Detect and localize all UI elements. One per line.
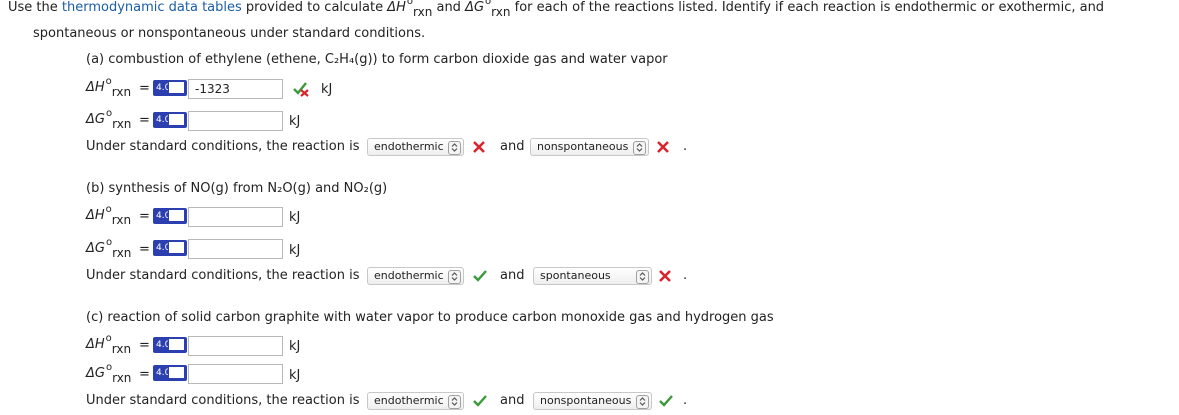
equals-sign: = [139, 81, 150, 96]
partial-credit-icon [292, 81, 310, 97]
unit-label: kJ [321, 82, 333, 97]
points-badge: 4.0 [153, 112, 187, 128]
period: . [683, 268, 688, 283]
points-badge: 4.0 [153, 365, 187, 381]
thermodynamic-tables-link[interactable]: thermodynamic data tables [62, 0, 242, 15]
points-badge: 4.0 [153, 80, 187, 96]
part-b-enthalpy-select[interactable]: endothermic [367, 267, 464, 285]
part-c-title: (c) reaction of solid carbon graphite wi… [86, 310, 774, 325]
correct-check-icon [472, 269, 488, 283]
part-a-delta-g-label: ΔGorxn [86, 108, 132, 131]
unit-label: kJ [289, 339, 301, 354]
instructions-line-2: spontaneous or nonspontaneous under stan… [33, 26, 426, 41]
instructions: Use the thermodynamic data tables provid… [8, 0, 1105, 19]
equals-sign: = [139, 242, 150, 257]
equals-sign: = [139, 338, 150, 353]
correct-check-icon [658, 394, 674, 408]
reaction-statement: Under standard conditions, the reaction … [86, 268, 360, 283]
part-c-spontaneity-select[interactable]: nonspontaneous [533, 392, 652, 410]
part-c-delta-h-label: ΔHorxn [86, 333, 132, 356]
correct-check-icon [472, 394, 488, 408]
and-label: and [500, 268, 525, 283]
incorrect-icon [656, 140, 670, 154]
part-a-spontaneity-select[interactable]: nonspontaneous [530, 138, 649, 156]
and-label: and [500, 139, 525, 154]
period: . [683, 393, 688, 408]
equals-sign: = [139, 367, 150, 382]
part-b-title: (b) synthesis of NO(g) from N₂O(g) and N… [86, 181, 388, 196]
points-badge: 4.0 [153, 208, 187, 224]
part-c-delta-g-input[interactable] [188, 364, 283, 384]
part-b-delta-h-input[interactable] [188, 207, 283, 227]
chevron-updown-icon [448, 270, 461, 284]
equals-sign: = [139, 113, 150, 128]
points-badge: 4.0 [153, 240, 187, 256]
part-a-delta-h-input[interactable]: -1323 [188, 79, 283, 99]
equals-sign: = [139, 209, 150, 224]
delta-g-symbol: ΔG [465, 0, 485, 15]
incorrect-icon [472, 140, 486, 154]
part-a-enthalpy-select[interactable]: endothermic [367, 138, 464, 156]
unit-label: kJ [289, 210, 301, 225]
reaction-statement: Under standard conditions, the reaction … [86, 393, 360, 408]
part-c-delta-g-label: ΔGorxn [86, 362, 132, 385]
part-c-enthalpy-select[interactable]: endothermic [367, 392, 464, 410]
points-badge: 4.0 [153, 337, 187, 353]
chevron-updown-icon [636, 270, 649, 284]
part-b-delta-h-label: ΔHorxn [86, 204, 132, 227]
part-b-delta-g-label: ΔGorxn [86, 237, 132, 260]
chevron-updown-icon [636, 395, 649, 409]
intro-text: Use the [8, 0, 62, 15]
part-b-delta-g-input[interactable] [188, 239, 283, 259]
chevron-updown-icon [633, 141, 646, 155]
period: . [683, 139, 688, 154]
unit-label: kJ [289, 368, 301, 383]
and-label: and [500, 393, 525, 408]
unit-label: kJ [289, 114, 301, 129]
chevron-updown-icon [448, 141, 461, 155]
chevron-updown-icon [448, 395, 461, 409]
reaction-statement: Under standard conditions, the reaction … [86, 139, 360, 154]
part-c-delta-h-input[interactable] [188, 336, 283, 356]
delta-h-symbol: ΔH [387, 0, 406, 15]
part-a-title: (a) combustion of ethylene (ethene, C₂H₄… [86, 52, 668, 67]
part-a-delta-g-input[interactable] [188, 111, 283, 131]
part-a-delta-h-label: ΔHorxn [86, 76, 132, 99]
incorrect-icon [658, 269, 672, 283]
unit-label: kJ [289, 243, 301, 258]
part-b-spontaneity-select[interactable]: spontaneous [533, 267, 652, 285]
